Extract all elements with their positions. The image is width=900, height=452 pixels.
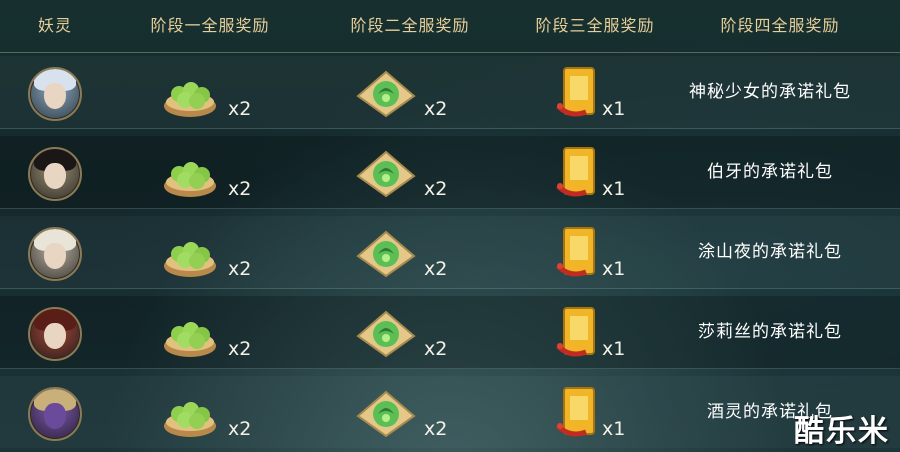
stage-1-quantity: x2	[228, 418, 252, 440]
header-spirit: 妖灵	[37, 16, 72, 35]
header-stage-2: 阶段二全服奖励	[350, 16, 470, 35]
green-dumpling-basket-icon	[164, 82, 216, 117]
avatar[interactable]	[28, 67, 82, 121]
header-stage-1: 阶段一全服奖励	[150, 16, 270, 35]
green-dumpling-basket-icon	[164, 162, 216, 197]
jade-crescent-leaf-icon	[356, 150, 416, 198]
stage-4-reward-pack: 莎莉丝的承诺礼包	[698, 322, 842, 342]
jade-crescent-leaf-icon	[356, 390, 416, 438]
green-dumpling-basket-icon	[164, 322, 216, 357]
avatar[interactable]	[28, 387, 82, 441]
table-row: x2 x2 x1 酒灵的承诺礼包	[0, 376, 900, 448]
stage-4-reward-pack: 神秘少女的承诺礼包	[689, 82, 851, 102]
stage-2-quantity: x2	[424, 178, 448, 200]
header-stage-4: 阶段四全服奖励	[720, 16, 840, 35]
table-row: x2 x2 x1 神秘少女的承诺礼包	[0, 56, 900, 129]
table-header: 妖灵 阶段一全服奖励 阶段二全服奖励 阶段三全服奖励 阶段四全服奖励	[0, 0, 900, 53]
jade-crescent-leaf-icon	[356, 230, 416, 278]
reward-table-panel: 妖灵 阶段一全服奖励 阶段二全服奖励 阶段三全服奖励 阶段四全服奖励 x2 x2	[0, 0, 900, 452]
stage-1-quantity: x2	[228, 258, 252, 280]
stage-1-quantity: x2	[228, 338, 252, 360]
jade-crescent-leaf-icon	[356, 70, 416, 118]
golden-command-token-icon	[556, 147, 595, 197]
stage-3-quantity: x1	[602, 418, 626, 440]
stage-3-quantity: x1	[602, 98, 626, 120]
stage-4-reward-pack: 涂山夜的承诺礼包	[698, 242, 842, 262]
green-dumpling-basket-icon	[164, 402, 216, 437]
golden-command-token-icon	[556, 227, 595, 277]
stage-3-quantity: x1	[602, 178, 626, 200]
avatar[interactable]	[28, 307, 82, 361]
stage-1-quantity: x2	[228, 178, 252, 200]
golden-command-token-icon	[556, 67, 595, 117]
golden-command-token-icon	[556, 387, 595, 437]
stage-3-quantity: x1	[602, 338, 626, 360]
table-row: x2 x2 x1 莎莉丝的承诺礼包	[0, 296, 900, 369]
header-stage-3: 阶段三全服奖励	[535, 16, 655, 35]
avatar[interactable]	[28, 227, 82, 281]
green-dumpling-basket-icon	[164, 242, 216, 277]
stage-2-quantity: x2	[424, 418, 448, 440]
table-row: x2 x2 x1 涂山夜的承诺礼包	[0, 216, 900, 289]
stage-2-quantity: x2	[424, 338, 448, 360]
golden-command-token-icon	[556, 307, 595, 357]
table-row: x2 x2 x1 伯牙的承诺礼包	[0, 136, 900, 209]
stage-3-quantity: x1	[602, 258, 626, 280]
stage-4-reward-pack: 伯牙的承诺礼包	[707, 162, 833, 182]
jade-crescent-leaf-icon	[356, 310, 416, 358]
stage-1-quantity: x2	[228, 98, 252, 120]
stage-2-quantity: x2	[424, 98, 448, 120]
site-watermark: 酷乐米	[794, 414, 890, 449]
stage-2-quantity: x2	[424, 258, 448, 280]
avatar[interactable]	[28, 147, 82, 201]
